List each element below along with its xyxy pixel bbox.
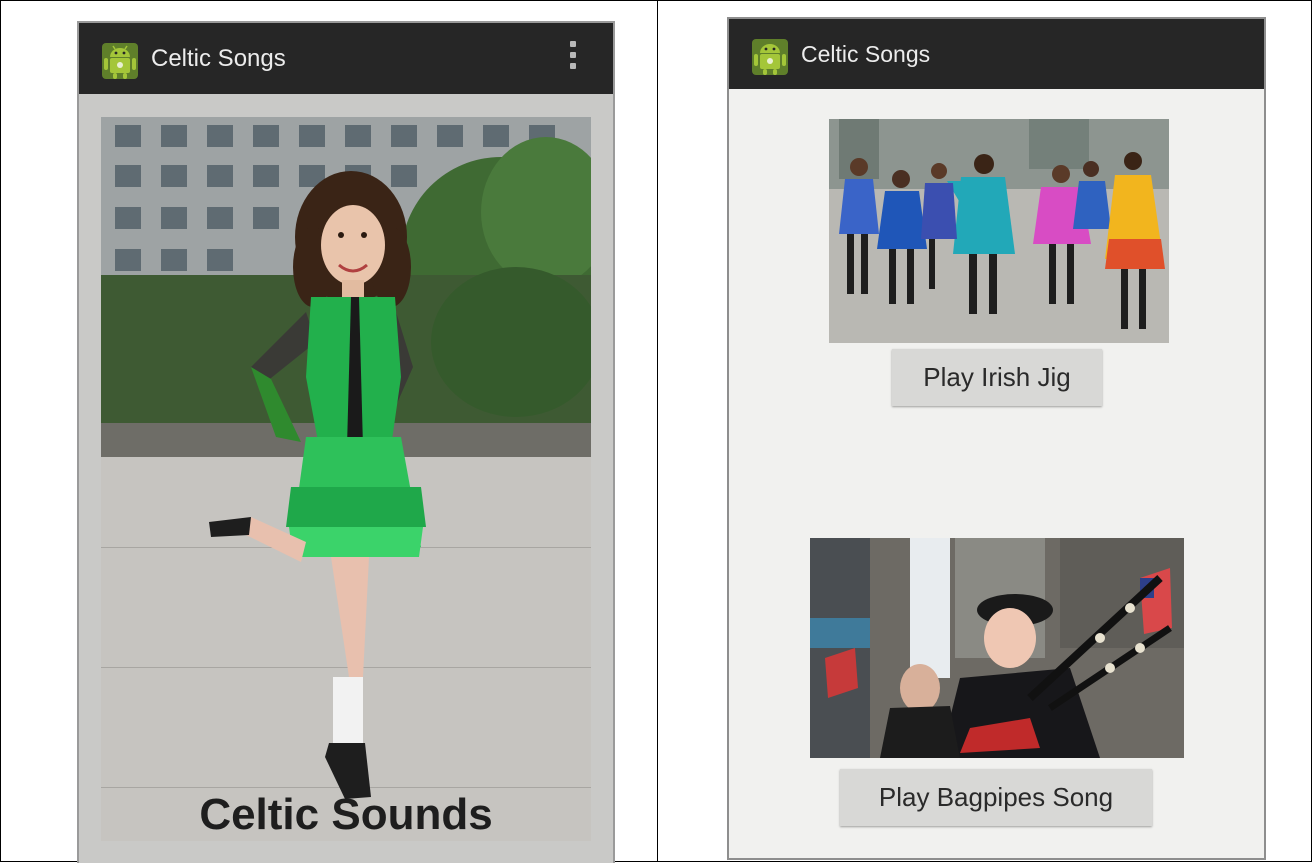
music-screen: Celtic Songs Play Irish Jig Play Bagpipe… [727,17,1266,860]
action-bar: Celtic Songs [729,19,1264,89]
bagpipers-image [810,538,1184,758]
android-icon [102,43,138,79]
splash-screen: Celtic Songs Celtic Sounds [77,21,615,863]
overflow-menu-icon[interactable] [569,41,577,77]
caption-text: Celtic Sounds [199,790,493,839]
app-title: Celtic Songs [151,45,286,72]
android-icon [752,39,788,75]
play-irish-jig-button[interactable]: Play Irish Jig [892,349,1102,406]
irish-dancers-image [829,119,1169,343]
action-bar: Celtic Songs [79,23,613,94]
app-title: Celtic Songs [801,41,931,67]
irish-dancer-image: Celtic Sounds [101,117,591,841]
play-bagpipes-song-button[interactable]: Play Bagpipes Song [840,769,1152,826]
